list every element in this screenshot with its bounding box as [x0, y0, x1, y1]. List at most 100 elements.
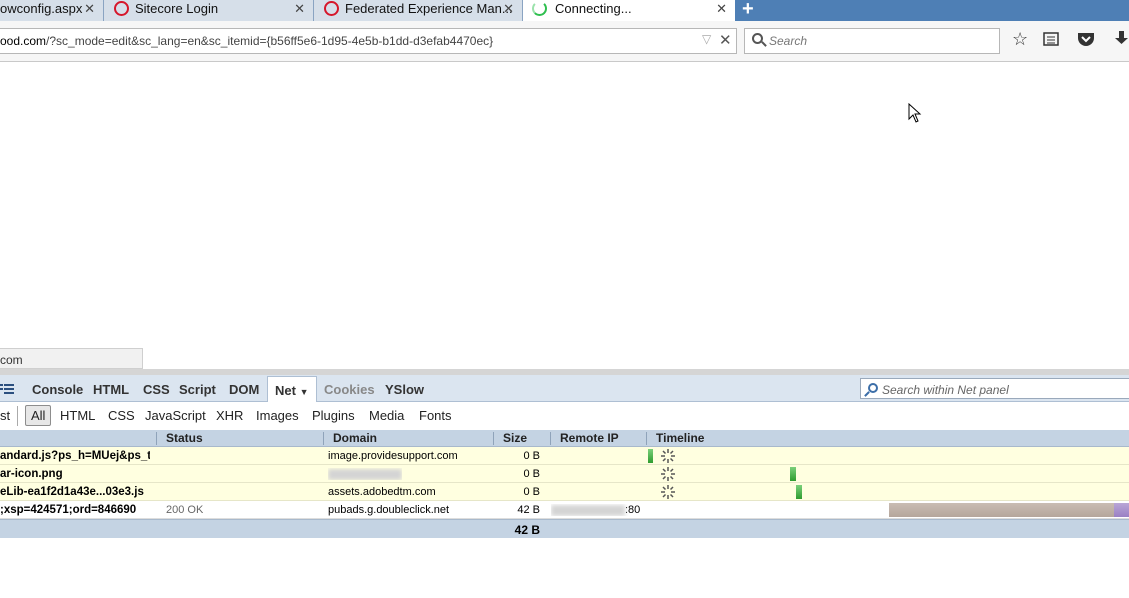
- firebug-tab-net[interactable]: Net ▼: [267, 376, 317, 403]
- firebug-tab-yslow[interactable]: YSlow: [385, 382, 424, 397]
- firebug-tab-dom[interactable]: DOM: [229, 382, 259, 397]
- column-divider[interactable]: [646, 432, 647, 445]
- loading-icon: [661, 467, 675, 481]
- request-url: ;xsp=424571;ord=846690: [0, 504, 137, 516]
- filter-media[interactable]: Media: [369, 408, 404, 423]
- tab-federated-experience[interactable]: Federated Experience Man... ✕: [314, 0, 523, 21]
- url-domain: ood.com: [0, 34, 47, 48]
- request-domain-redacted: [328, 468, 402, 480]
- url-bar[interactable]: ood.com/?sc_mode=edit&sc_lang=en&sc_item…: [0, 28, 737, 54]
- firebug-tab-console[interactable]: Console: [32, 382, 83, 397]
- filter-fonts[interactable]: Fonts: [419, 408, 452, 423]
- pocket-icon[interactable]: [1077, 31, 1095, 52]
- request-size: 0 B: [523, 450, 540, 462]
- tab-label: Sitecore Login: [135, 1, 219, 16]
- table-row[interactable]: andard.js?ps_h=MUej&ps_t image.providesu…: [0, 447, 1129, 465]
- firebug-tab-cookies[interactable]: Cookies: [324, 382, 375, 397]
- filter-plugins[interactable]: Plugins: [312, 408, 355, 423]
- request-domain: pubads.g.doubleclick.net: [328, 504, 450, 516]
- request-domain: assets.adobedtm.com: [328, 486, 436, 498]
- net-search-placeholder: Search within Net panel: [882, 383, 1009, 397]
- timeline-bar: [889, 503, 1114, 517]
- opera-icon: [324, 1, 339, 16]
- loading-spinner-icon: [532, 1, 547, 16]
- search-bar[interactable]: Search: [744, 28, 1000, 54]
- filter-css[interactable]: CSS: [108, 408, 135, 423]
- filter-javascript[interactable]: JavaScript: [145, 408, 206, 423]
- history-dropdown-icon[interactable]: ▽: [702, 32, 711, 46]
- timeline-bar: [1114, 503, 1129, 517]
- column-domain[interactable]: Domain: [333, 431, 377, 445]
- reading-list-icon[interactable]: [1043, 31, 1059, 52]
- request-url: ar-icon.png: [0, 468, 63, 480]
- column-divider[interactable]: [156, 432, 157, 445]
- table-row[interactable]: eLib-ea1f2d1a43e...03e3.js assets.adobed…: [0, 483, 1129, 501]
- request-status: 200 OK: [166, 504, 204, 516]
- filter-clear-persist[interactable]: st: [0, 408, 10, 423]
- new-tab-icon[interactable]: +: [742, 0, 754, 21]
- url-text: ood.com/?sc_mode=edit&sc_lang=en&sc_item…: [0, 34, 493, 48]
- filter-html[interactable]: HTML: [60, 408, 95, 423]
- column-divider[interactable]: [323, 432, 324, 445]
- request-url: eLib-ea1f2d1a43e...03e3.js: [0, 486, 144, 498]
- redacted-text: [328, 468, 402, 480]
- tab-label: Connecting...: [555, 1, 632, 16]
- download-icon[interactable]: [1114, 31, 1129, 52]
- request-remote-ip: :80: [551, 504, 640, 516]
- table-row[interactable]: ar-icon.png 0 B: [0, 465, 1129, 483]
- opera-icon: [114, 1, 129, 16]
- filter-xhr[interactable]: XHR: [216, 408, 243, 423]
- table-row[interactable]: ;xsp=424571;ord=846690 200 OK pubads.g.d…: [0, 501, 1129, 519]
- redacted-text: [551, 504, 625, 516]
- net-summary-row: 42 B: [0, 519, 1129, 538]
- search-icon: [752, 33, 763, 44]
- close-tab-icon[interactable]: ✕: [294, 1, 305, 17]
- net-tab-label: Net: [275, 383, 296, 398]
- request-domain: image.providesupport.com: [328, 450, 458, 462]
- tab-strip: owconfig.aspx ✕ Sitecore Login ✕ Federat…: [0, 0, 1129, 21]
- net-table-header: Status Domain Size Remote IP Timeline: [0, 430, 1129, 447]
- tab-owconfig[interactable]: owconfig.aspx ✕: [0, 0, 104, 21]
- search-icon: [868, 383, 878, 393]
- loading-icon: [661, 485, 675, 499]
- bookmark-star-icon[interactable]: ☆: [1012, 29, 1028, 50]
- request-size: 0 B: [523, 486, 540, 498]
- request-size: 0 B: [523, 468, 540, 480]
- remote-ip-port: :80: [625, 504, 641, 516]
- request-size: 42 B: [517, 504, 540, 516]
- net-panel-search-input[interactable]: Search within Net panel: [860, 378, 1129, 399]
- column-divider[interactable]: [493, 432, 494, 445]
- firebug-menu-icon[interactable]: [0, 383, 14, 394]
- timeline-bar: [648, 449, 653, 463]
- filter-all[interactable]: All: [25, 405, 52, 426]
- search-placeholder: Search: [769, 34, 808, 48]
- tab-label: Federated Experience Man...: [345, 1, 513, 16]
- net-filter-bar: st All HTML CSS JavaScript XHR Images Pl…: [0, 402, 1129, 430]
- close-tab-icon[interactable]: ✕: [503, 1, 514, 17]
- stop-icon[interactable]: ✕: [719, 31, 732, 49]
- firebug-tab-html[interactable]: HTML: [93, 382, 129, 397]
- filter-images[interactable]: Images: [256, 408, 299, 423]
- tab-label: owconfig.aspx: [0, 1, 83, 16]
- column-status[interactable]: Status: [166, 431, 203, 445]
- request-url: andard.js?ps_h=MUej&ps_t: [0, 450, 150, 462]
- chevron-down-icon[interactable]: ▼: [300, 387, 309, 397]
- close-tab-icon[interactable]: ✕: [716, 1, 727, 17]
- url-path: /?sc_mode=edit&sc_lang=en&sc_itemid={b56…: [46, 34, 494, 48]
- column-size[interactable]: Size: [503, 431, 527, 445]
- timeline-bar: [790, 467, 796, 481]
- filter-divider: [17, 406, 18, 426]
- column-remote-ip[interactable]: Remote IP: [560, 431, 619, 445]
- close-tab-icon[interactable]: ✕: [84, 1, 95, 17]
- status-panel: com: [0, 348, 143, 369]
- navigation-toolbar: ood.com/?sc_mode=edit&sc_lang=en&sc_item…: [0, 21, 1129, 62]
- firebug-tab-css[interactable]: CSS: [143, 382, 170, 397]
- loading-icon: [661, 449, 675, 463]
- firebug-tab-script[interactable]: Script: [179, 382, 216, 397]
- column-timeline[interactable]: Timeline: [656, 431, 704, 445]
- tab-connecting[interactable]: Connecting... ✕: [523, 0, 735, 21]
- firebug-toolbar: Console HTML CSS Script DOM Net ▼ Cookie…: [0, 375, 1129, 403]
- tab-sitecore-login[interactable]: Sitecore Login ✕: [104, 0, 314, 21]
- total-size: 42 B: [514, 523, 540, 537]
- column-divider[interactable]: [550, 432, 551, 445]
